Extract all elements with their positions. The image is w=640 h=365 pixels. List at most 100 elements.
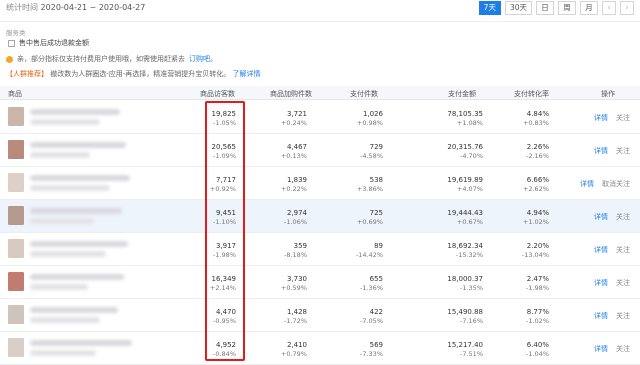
detail-link[interactable]: 详情 xyxy=(594,146,608,156)
subscribe-link[interactable]: 订购吧。 xyxy=(189,54,217,64)
col-rate[interactable]: 支付转化率 xyxy=(514,89,549,99)
cell-amount-delta: +1.08% xyxy=(456,119,483,127)
cell-rate-value: 4.94% xyxy=(526,209,549,217)
cell-rate-value: 8.77% xyxy=(526,308,549,316)
detail-link[interactable]: 详情 xyxy=(594,278,608,288)
cell-rate-delta: +2.62% xyxy=(522,185,549,193)
detail-link[interactable]: 详情 xyxy=(594,344,608,354)
service-section-title: 服务类 xyxy=(6,29,26,37)
cell-cart-value: 4,467 xyxy=(286,143,307,151)
detail-link[interactable]: 详情 xyxy=(594,113,608,123)
cell-rate: 6.66% +2.62% xyxy=(523,176,549,194)
product-name-blurred-line xyxy=(30,119,100,125)
product-thumbnail[interactable] xyxy=(8,107,24,126)
table-row[interactable]: 4,952 -0.84% 2,410 +0.79% 569 -7.33% 15,217.40… xyxy=(0,332,640,365)
product-name-blurred[interactable] xyxy=(30,175,130,181)
cell-pay_qty-delta: -7.33% xyxy=(360,350,383,358)
follow-link[interactable]: 关注 xyxy=(616,311,630,321)
cell-cart: 2,974 -1.06% xyxy=(284,209,307,227)
learn-more-link[interactable]: 了解详情 xyxy=(233,70,261,78)
cell-cart: 3,730 +0.59% xyxy=(281,275,307,293)
range-month-button[interactable]: 月 xyxy=(580,1,598,15)
cell-amount-value: 15,217.40 xyxy=(447,341,483,349)
detail-link[interactable]: 详情 xyxy=(580,179,594,189)
cell-cart: 1,428 -1.72% xyxy=(284,308,307,326)
cell-pay_qty-value: 655 xyxy=(369,275,383,283)
range-week-button[interactable]: 周 xyxy=(558,1,576,15)
product-name-blurred[interactable] xyxy=(30,274,124,280)
table-row[interactable]: 4,470 -0.95% 1,428 -1.72% 422 -7.05% 15,490.88… xyxy=(0,299,640,332)
follow-link[interactable]: 关注 xyxy=(616,344,630,354)
cell-amount: 18,000.37 -1.35% xyxy=(447,275,483,293)
refund-checkbox-row[interactable]: 售中售后成功退款金额 xyxy=(8,38,89,48)
product-name-blurred[interactable] xyxy=(30,307,118,313)
product-thumbnail[interactable] xyxy=(8,140,24,159)
follow-link[interactable]: 关注 xyxy=(616,113,630,123)
row-actions: 详情 关注 xyxy=(594,113,630,123)
chevron-right-icon[interactable]: › xyxy=(620,1,634,15)
cell-cart-delta: -1.06% xyxy=(284,218,307,226)
crowd-recommend: 【人群推荐】 撤改数为人群圈选-应用-再选择，精准营销提升宝贝转化。 了解详情 xyxy=(6,69,261,79)
product-thumbnail[interactable] xyxy=(8,173,24,192)
cell-amount: 15,217.40 -7.51% xyxy=(447,341,483,359)
product-thumbnail[interactable] xyxy=(8,338,24,357)
cell-amount-delta: +0.67% xyxy=(456,218,483,226)
table-row[interactable]: 9,451 -1.10% 2,974 -1.06% 725 +0.69% 19,444.43… xyxy=(0,200,640,233)
range-day-button[interactable]: 日 xyxy=(536,1,554,15)
product-name-blurred[interactable] xyxy=(30,142,126,148)
table-row[interactable]: 19,825 -1.05% 3,721 +0.24% 1,026 +0.98% 78,105… xyxy=(0,101,640,134)
detail-link[interactable]: 详情 xyxy=(594,311,608,321)
col-amount[interactable]: 支付金额 xyxy=(448,89,476,99)
table-row[interactable]: 3,917 -1.98% 359 -8.18% 89 -14.42% 18,692.34 -1… xyxy=(0,233,640,266)
follow-link[interactable]: 关注 xyxy=(616,146,630,156)
cell-rate: 2.47% -1.98% xyxy=(526,275,549,293)
table-row[interactable]: 20,565 -1.09% 4,467 +0.13% 729 -4.58% 20,315.7… xyxy=(0,134,640,167)
product-name-blurred[interactable] xyxy=(30,241,128,247)
product-name-blurred[interactable] xyxy=(30,109,120,115)
range-30d-button[interactable]: 30天 xyxy=(504,1,532,15)
col-visitors[interactable]: 商品访客数 xyxy=(200,89,235,99)
cell-amount: 15,490.88 -7.16% xyxy=(447,308,483,326)
follow-link[interactable]: 关注 xyxy=(616,278,630,288)
cell-rate-delta: +1.02% xyxy=(522,218,549,226)
cell-pay_qty-delta: +0.98% xyxy=(356,119,383,127)
highlight-box xyxy=(205,101,245,361)
follow-link[interactable]: 关注 xyxy=(616,245,630,255)
cell-pay_qty-value: 725 xyxy=(369,209,383,217)
cell-rate-delta: -1.04% xyxy=(526,350,549,358)
table-row[interactable]: 16,349 +2.14% 3,730 +0.59% 655 -1.36% 18,000.3… xyxy=(0,266,640,299)
cell-cart-value: 2,974 xyxy=(286,209,307,217)
product-name-blurred-line xyxy=(30,218,94,224)
top-bar: 统计时间 2020-04-21 ~ 2020-04-27 7天 30天 日 周 … xyxy=(0,0,640,22)
col-cart[interactable]: 商品加购件数 xyxy=(270,89,312,99)
row-actions: 详情 关注 xyxy=(594,146,630,156)
stat-period: 统计时间 2020-04-21 ~ 2020-04-27 xyxy=(6,2,145,13)
follow-link[interactable]: 取消关注 xyxy=(602,179,630,189)
product-thumbnail[interactable] xyxy=(8,206,24,225)
product-name-blurred[interactable] xyxy=(30,208,122,214)
product-name-blurred[interactable] xyxy=(30,340,132,346)
cell-amount: 19,444.43 +0.67% xyxy=(447,209,483,227)
range-7d-button[interactable]: 7天 xyxy=(478,1,501,15)
chevron-left-icon[interactable]: ‹ xyxy=(602,1,616,15)
product-thumbnail[interactable] xyxy=(8,305,24,324)
product-thumbnail[interactable] xyxy=(8,239,24,258)
cell-cart-delta: -8.18% xyxy=(284,251,307,259)
cell-rate-value: 2.47% xyxy=(526,275,549,283)
product-thumbnail[interactable] xyxy=(8,272,24,291)
refund-checkbox-label: 售中售后成功退款金额 xyxy=(19,39,89,47)
follow-link[interactable]: 关注 xyxy=(616,212,630,222)
cell-rate: 2.26% -2.16% xyxy=(526,143,549,161)
cell-cart: 2,410 +0.79% xyxy=(281,341,307,359)
detail-link[interactable]: 详情 xyxy=(594,212,608,222)
cell-pay_qty: 538 +3.86% xyxy=(357,176,383,194)
refund-checkbox[interactable] xyxy=(8,39,15,47)
detail-link[interactable]: 详情 xyxy=(594,245,608,255)
col-pay-qty[interactable]: 支付件数 xyxy=(350,89,378,99)
cell-cart: 1,839 +0.22% xyxy=(281,176,307,194)
cell-rate-delta: -13.04% xyxy=(521,251,549,259)
table-row[interactable]: 7,717 +0.92% 1,839 +0.22% 538 +3.86% 19,619.89… xyxy=(0,167,640,200)
cell-pay_qty-delta: -1.36% xyxy=(360,284,383,292)
cell-amount: 20,315.76 -4.70% xyxy=(447,143,483,161)
cell-amount: 78,105.35 +1.08% xyxy=(447,110,483,128)
